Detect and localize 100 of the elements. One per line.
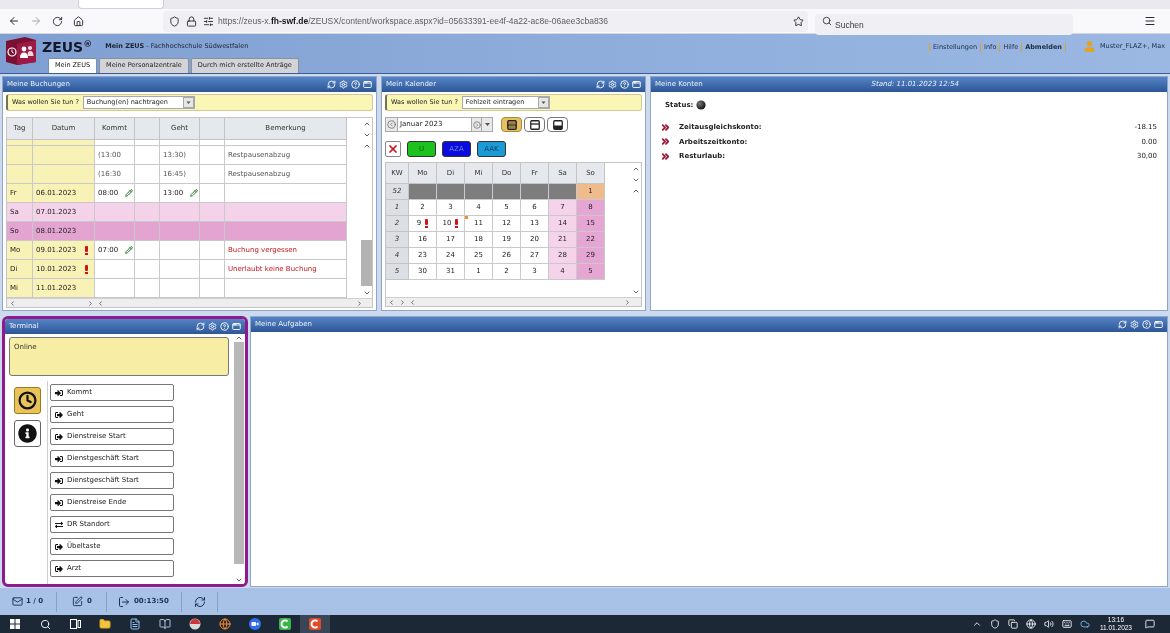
scroll-left-icon[interactable] xyxy=(388,298,395,306)
scroll-left-icon[interactable] xyxy=(97,299,104,307)
pencil-icon[interactable] xyxy=(125,189,134,197)
table-cell xyxy=(200,279,225,298)
book-icon[interactable] xyxy=(159,618,171,630)
keyboard-icon[interactable] xyxy=(1061,619,1072,629)
pencil-icon[interactable] xyxy=(190,189,199,197)
sign-out-icon xyxy=(55,432,63,441)
speaker-icon[interactable] xyxy=(1043,619,1054,629)
month-dropdown-button[interactable] xyxy=(482,117,493,132)
pencil-icon[interactable] xyxy=(125,246,134,254)
cross-icon xyxy=(387,143,399,155)
arc-tile-icon[interactable] xyxy=(279,618,291,630)
scroll-right-icon[interactable] xyxy=(624,298,631,306)
horizontal-scrollbar[interactable] xyxy=(386,297,641,306)
settings-icon[interactable] xyxy=(208,322,217,331)
scroll-down-icon[interactable] xyxy=(631,176,640,184)
chevron-up-icon[interactable] xyxy=(971,619,982,629)
search-field[interactable]: Suchen xyxy=(815,14,1073,35)
clock-button[interactable] xyxy=(14,387,41,414)
caret-icon[interactable] xyxy=(182,97,194,108)
logout-icon[interactable] xyxy=(118,595,130,608)
horizontal-scrollbar[interactable] xyxy=(7,298,372,307)
folder-icon[interactable] xyxy=(99,618,111,630)
globe-icon[interactable] xyxy=(219,618,231,630)
window-icon[interactable] xyxy=(632,80,641,89)
previous-month-button[interactable] xyxy=(385,117,398,132)
help-icon[interactable] xyxy=(220,322,229,331)
lock-icon[interactable] xyxy=(186,15,197,27)
home-icon[interactable] xyxy=(73,15,84,27)
cloud-icon[interactable] xyxy=(1079,619,1090,629)
window-icon[interactable] xyxy=(1154,320,1163,329)
scroll-right-icon[interactable] xyxy=(399,298,406,306)
scrollbar-thumb[interactable] xyxy=(361,240,372,286)
scroll-right-icon[interactable] xyxy=(356,299,363,307)
scroll-left-icon[interactable] xyxy=(409,298,416,306)
scroll-down-icon[interactable] xyxy=(362,131,371,139)
scroll-up-icon[interactable] xyxy=(362,120,371,128)
logo-icon xyxy=(5,36,37,66)
settings-icon[interactable] xyxy=(339,80,348,89)
permissions-icon[interactable] xyxy=(203,15,214,27)
scroll-up-icon[interactable] xyxy=(631,187,640,195)
sign-out-icon xyxy=(55,564,63,573)
taskbar-button[interactable] xyxy=(300,615,330,633)
reload-icon[interactable] xyxy=(52,15,63,27)
info-button[interactable] xyxy=(14,420,41,447)
scroll-down-icon[interactable] xyxy=(362,289,371,297)
scroll-right-icon[interactable] xyxy=(87,299,94,307)
exclamation-icon xyxy=(455,219,459,228)
address-field[interactable]: https://zeus-x.fh-swf.de/ZEUSX/content/workspace.aspx?id=05633391-ee4f-4a22-ac8e-06aee3cba836 xyxy=(163,10,808,32)
shield-icon[interactable] xyxy=(169,15,180,27)
refresh-icon[interactable] xyxy=(596,80,605,89)
mail-icon[interactable] xyxy=(12,596,23,607)
scroll-down-icon[interactable] xyxy=(631,288,640,296)
window-icon[interactable] xyxy=(232,322,241,331)
settings-icon[interactable] xyxy=(1130,320,1139,329)
back-icon[interactable] xyxy=(8,15,20,27)
scroll-up-icon[interactable] xyxy=(362,142,371,150)
notification-icon[interactable] xyxy=(1145,619,1155,629)
table-cell xyxy=(135,222,160,241)
view-toggle[interactable] xyxy=(524,117,545,132)
exclamation-icon xyxy=(85,245,88,255)
refresh-icon[interactable] xyxy=(1118,320,1127,329)
caret-icon[interactable] xyxy=(537,97,549,108)
video-camera-icon[interactable] xyxy=(249,618,261,630)
menu-icon[interactable] xyxy=(1144,15,1156,27)
double-chevron-icon xyxy=(660,150,671,162)
status-dot-icon xyxy=(696,100,707,110)
table-cell xyxy=(135,260,160,279)
document-icon[interactable] xyxy=(129,618,141,630)
marker-icon xyxy=(465,216,468,219)
windows-logo-icon[interactable] xyxy=(10,619,20,629)
scroll-up-icon[interactable] xyxy=(631,165,640,173)
table-cell xyxy=(135,203,160,222)
clock-icon xyxy=(18,391,37,410)
user-icon xyxy=(1084,41,1095,52)
view-toggle[interactable] xyxy=(547,117,568,132)
refresh-icon[interactable] xyxy=(193,595,206,608)
top-pane-icon xyxy=(529,119,540,130)
search-icon[interactable] xyxy=(39,618,51,630)
shield-icon[interactable] xyxy=(989,619,1000,629)
scroll-left-icon[interactable] xyxy=(9,299,16,307)
star-icon[interactable] xyxy=(793,15,804,27)
help-icon[interactable] xyxy=(351,80,360,89)
refresh-icon[interactable] xyxy=(327,80,336,89)
task-view-icon[interactable] xyxy=(69,619,81,629)
scroll-down-icon[interactable] xyxy=(235,576,243,584)
clear-button[interactable] xyxy=(385,141,401,157)
help-icon[interactable] xyxy=(1142,320,1151,329)
search-icon xyxy=(822,16,832,26)
window-icon[interactable] xyxy=(363,80,372,89)
view-toggle[interactable] xyxy=(501,117,522,132)
help-icon[interactable] xyxy=(620,80,629,89)
copy-icon[interactable] xyxy=(1007,619,1018,629)
refresh-icon[interactable] xyxy=(196,322,205,331)
edit-icon[interactable] xyxy=(72,596,83,607)
scroll-up-icon[interactable] xyxy=(235,334,243,342)
arc-tile-icon[interactable] xyxy=(309,618,321,630)
settings-icon[interactable] xyxy=(608,80,617,89)
disc-icon[interactable] xyxy=(189,618,201,630)
